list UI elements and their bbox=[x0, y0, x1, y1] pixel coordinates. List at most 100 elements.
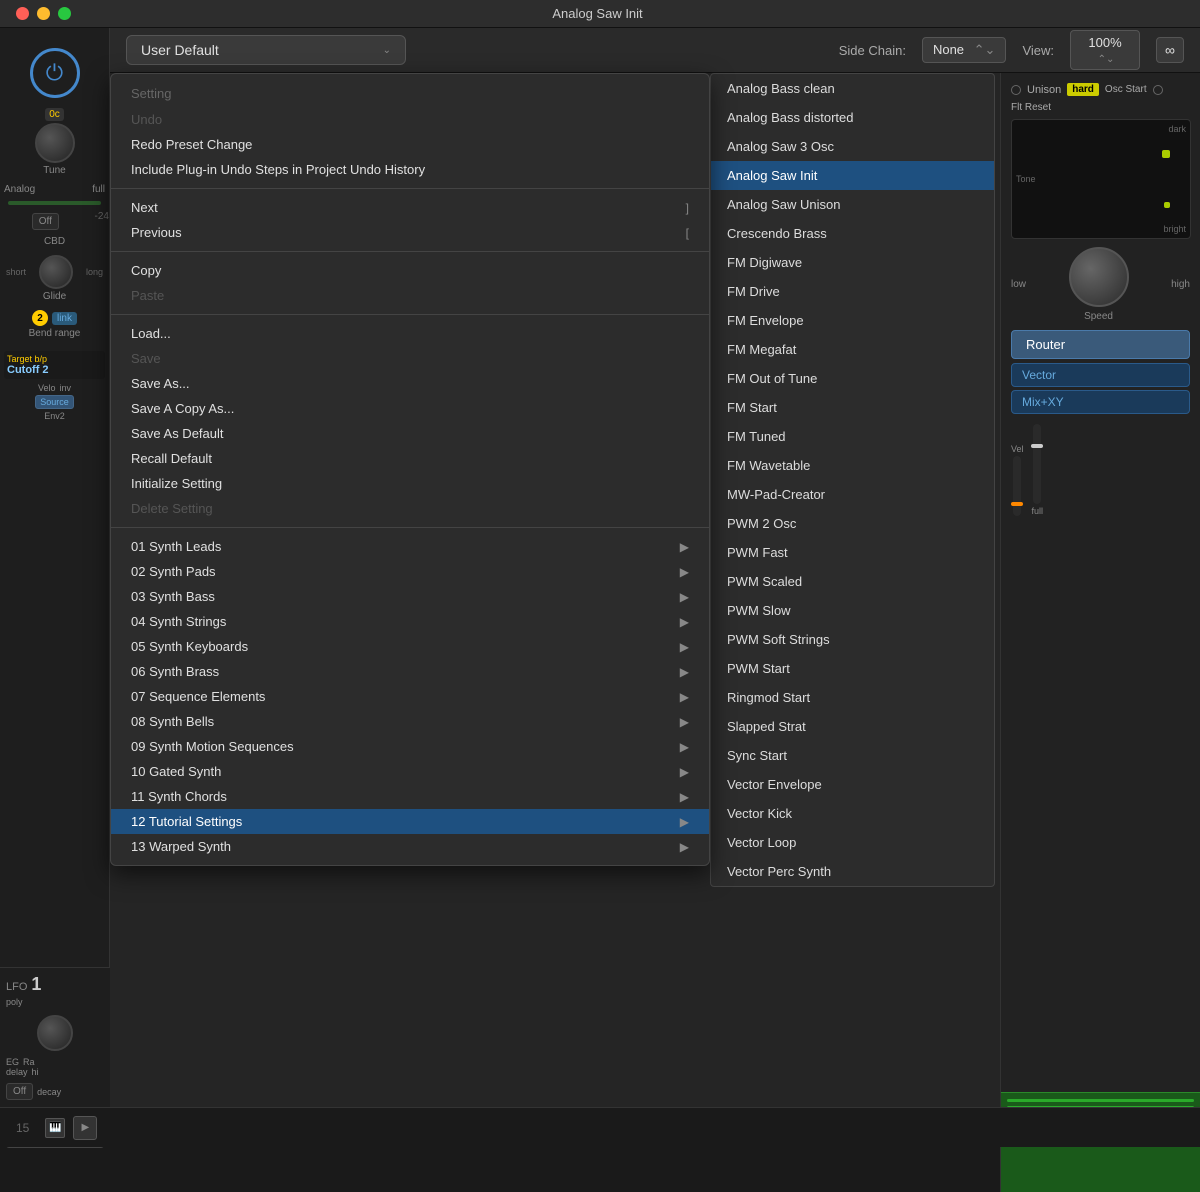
preset-pwm-soft-strings[interactable]: PWM Soft Strings bbox=[711, 625, 994, 654]
play-icon: ▶ bbox=[82, 1122, 90, 1133]
menu-item-save[interactable]: Save bbox=[111, 346, 709, 371]
preset-pwm-start[interactable]: PWM Start bbox=[711, 654, 994, 683]
glide-knob[interactable] bbox=[39, 255, 73, 289]
arrow-right-icon: ▶ bbox=[680, 815, 689, 829]
osc-controls-row: Unison hard Osc Start Flt Reset bbox=[1011, 83, 1190, 113]
preset-dropdown[interactable]: User Default ⌄ bbox=[126, 35, 406, 65]
preset-fm-envelope[interactable]: FM Envelope bbox=[711, 306, 994, 335]
preset-fm-tuned[interactable]: FM Tuned bbox=[711, 422, 994, 451]
chevron-down-icon: ⌄ bbox=[383, 45, 391, 56]
vector-button[interactable]: Vector bbox=[1011, 363, 1190, 387]
menu-item-initialize[interactable]: Initialize Setting bbox=[111, 471, 709, 496]
eg-label: EG bbox=[6, 1057, 19, 1067]
cutoff2-label: Cutoff 2 bbox=[7, 364, 102, 376]
preset-pwm-2osc[interactable]: PWM 2 Osc bbox=[711, 509, 994, 538]
window-title: Analog Saw Init bbox=[552, 6, 642, 21]
menu-item-undo[interactable]: Undo bbox=[111, 107, 709, 132]
arrow-right-icon: ▶ bbox=[680, 640, 689, 654]
preset-fm-digiwave[interactable]: FM Digiwave bbox=[711, 248, 994, 277]
flt-reset-radio[interactable] bbox=[1153, 85, 1163, 95]
unison-radio[interactable] bbox=[1011, 85, 1021, 95]
preset-crescendo-brass[interactable]: Crescendo Brass bbox=[711, 219, 994, 248]
menu-item-previous[interactable]: Previous [ bbox=[111, 220, 709, 245]
menu-item-copy[interactable]: Copy bbox=[111, 258, 709, 283]
preset-analog-bass-distorted[interactable]: Analog Bass distorted bbox=[711, 103, 994, 132]
menu-item-synth-leads[interactable]: 01 Synth Leads ▶ bbox=[111, 534, 709, 559]
preset-slapped-strat[interactable]: Slapped Strat bbox=[711, 712, 994, 741]
menu-item-synth-bells[interactable]: 08 Synth Bells ▶ bbox=[111, 709, 709, 734]
preset-vector-loop[interactable]: Vector Loop bbox=[711, 828, 994, 857]
menu-item-redo[interactable]: Redo Preset Change bbox=[111, 132, 709, 157]
menu-item-synth-pads[interactable]: 02 Synth Pads ▶ bbox=[111, 559, 709, 584]
menu-item-synth-bass[interactable]: 03 Synth Bass ▶ bbox=[111, 584, 709, 609]
full-label: full bbox=[1032, 506, 1044, 516]
menu-item-delete[interactable]: Delete Setting bbox=[111, 496, 709, 521]
preset-analog-bass-clean[interactable]: Analog Bass clean bbox=[711, 74, 994, 103]
menu-item-saveacopy[interactable]: Save A Copy As... bbox=[111, 396, 709, 421]
play-button[interactable]: ▶ bbox=[73, 1116, 97, 1140]
link-toggle[interactable]: link bbox=[52, 312, 77, 325]
speed-knob[interactable] bbox=[1069, 247, 1129, 307]
preset-pwm-slow[interactable]: PWM Slow bbox=[711, 596, 994, 625]
preset-analog-saw-init[interactable]: Analog Saw Init bbox=[711, 161, 994, 190]
off-toggle[interactable]: Off bbox=[32, 213, 59, 230]
menu-item-recalldefault[interactable]: Recall Default bbox=[111, 446, 709, 471]
menu-item-synth-brass[interactable]: 06 Synth Brass ▶ bbox=[111, 659, 709, 684]
preset-fm-out-of-tune[interactable]: FM Out of Tune bbox=[711, 364, 994, 393]
menu-item-saveas[interactable]: Save As... bbox=[111, 371, 709, 396]
preset-fm-megafat[interactable]: FM Megafat bbox=[711, 335, 994, 364]
menu-item-paste[interactable]: Paste bbox=[111, 283, 709, 308]
menu-item-sequence-elements[interactable]: 07 Sequence Elements ▶ bbox=[111, 684, 709, 709]
vector-xy-button[interactable]: Mix+XY bbox=[1011, 390, 1190, 414]
preset-pwm-fast[interactable]: PWM Fast bbox=[711, 538, 994, 567]
view-label: View: bbox=[1022, 43, 1054, 58]
menu-item-load[interactable]: Load... bbox=[111, 321, 709, 346]
preset-mw-pad-creator[interactable]: MW-Pad-Creator bbox=[711, 480, 994, 509]
link-button[interactable]: ∞ bbox=[1156, 37, 1184, 63]
preset-pwm-scaled[interactable]: PWM Scaled bbox=[711, 567, 994, 596]
menu-item-gated-synth[interactable]: 10 Gated Synth ▶ bbox=[111, 759, 709, 784]
menu-item-include[interactable]: Include Plug-in Undo Steps in Project Un… bbox=[111, 157, 709, 182]
vel-slider[interactable] bbox=[1013, 456, 1021, 516]
preset-fm-start[interactable]: FM Start bbox=[711, 393, 994, 422]
menu-item-synth-strings[interactable]: 04 Synth Strings ▶ bbox=[111, 609, 709, 634]
tune-knob[interactable] bbox=[35, 123, 75, 163]
lfo-knob[interactable] bbox=[37, 1015, 73, 1051]
preset-vector-kick[interactable]: Vector Kick bbox=[711, 799, 994, 828]
preset-panel: Analog Bass clean Analog Bass distorted … bbox=[710, 73, 995, 887]
router-button[interactable]: Router bbox=[1011, 330, 1190, 359]
preset-fm-drive[interactable]: FM Drive bbox=[711, 277, 994, 306]
off-button[interactable]: Off bbox=[6, 1083, 33, 1100]
preset-analog-saw-unison[interactable]: Analog Saw Unison bbox=[711, 190, 994, 219]
preset-vector-perc-synth[interactable]: Vector Perc Synth bbox=[711, 857, 994, 886]
menu-item-saveasdefault[interactable]: Save As Default bbox=[111, 421, 709, 446]
velo-label: Velo bbox=[38, 383, 56, 393]
view-percent[interactable]: 100% ⌃⌄ bbox=[1070, 30, 1140, 70]
minimize-button[interactable] bbox=[37, 7, 50, 20]
preset-ringmod-start[interactable]: Ringmod Start bbox=[711, 683, 994, 712]
sidechain-select[interactable]: None ⌃⌄ bbox=[922, 37, 1007, 63]
tune-label: Tune bbox=[43, 165, 65, 176]
piano-icon[interactable]: 🎹 bbox=[45, 1118, 65, 1138]
menu-item-synth-motion[interactable]: 09 Synth Motion Sequences ▶ bbox=[111, 734, 709, 759]
preset-name: User Default bbox=[141, 42, 219, 58]
row-number: 15 bbox=[16, 1121, 29, 1135]
menu-item-warped[interactable]: 13 Warped Synth ▶ bbox=[111, 834, 709, 859]
close-button[interactable] bbox=[16, 7, 29, 20]
preset-analog-saw-3osc[interactable]: Analog Saw 3 Osc bbox=[711, 132, 994, 161]
amp-slider[interactable] bbox=[1033, 424, 1041, 504]
menu-item-tutorial[interactable]: 12 Tutorial Settings ▶ bbox=[111, 809, 709, 834]
source-label[interactable]: Source bbox=[35, 395, 74, 409]
menu-item-synth-keyboards[interactable]: 05 Synth Keyboards ▶ bbox=[111, 634, 709, 659]
preset-fm-wavetable[interactable]: FM Wavetable bbox=[711, 451, 994, 480]
menu-item-synth-chords[interactable]: 11 Synth Chords ▶ bbox=[111, 784, 709, 809]
cutoff-section: Target b/p Cutoff 2 Velo inv Source Env2 bbox=[0, 351, 109, 421]
maximize-button[interactable] bbox=[58, 7, 71, 20]
preset-vector-envelope[interactable]: Vector Envelope bbox=[711, 770, 994, 799]
next-shortcut: ] bbox=[686, 201, 689, 215]
menu-item-next[interactable]: Next ] bbox=[111, 195, 709, 220]
preset-sync-start[interactable]: Sync Start bbox=[711, 741, 994, 770]
glide-long: long bbox=[86, 267, 103, 277]
inv-label: inv bbox=[60, 383, 72, 393]
power-button[interactable]: ⏻ bbox=[30, 48, 80, 98]
